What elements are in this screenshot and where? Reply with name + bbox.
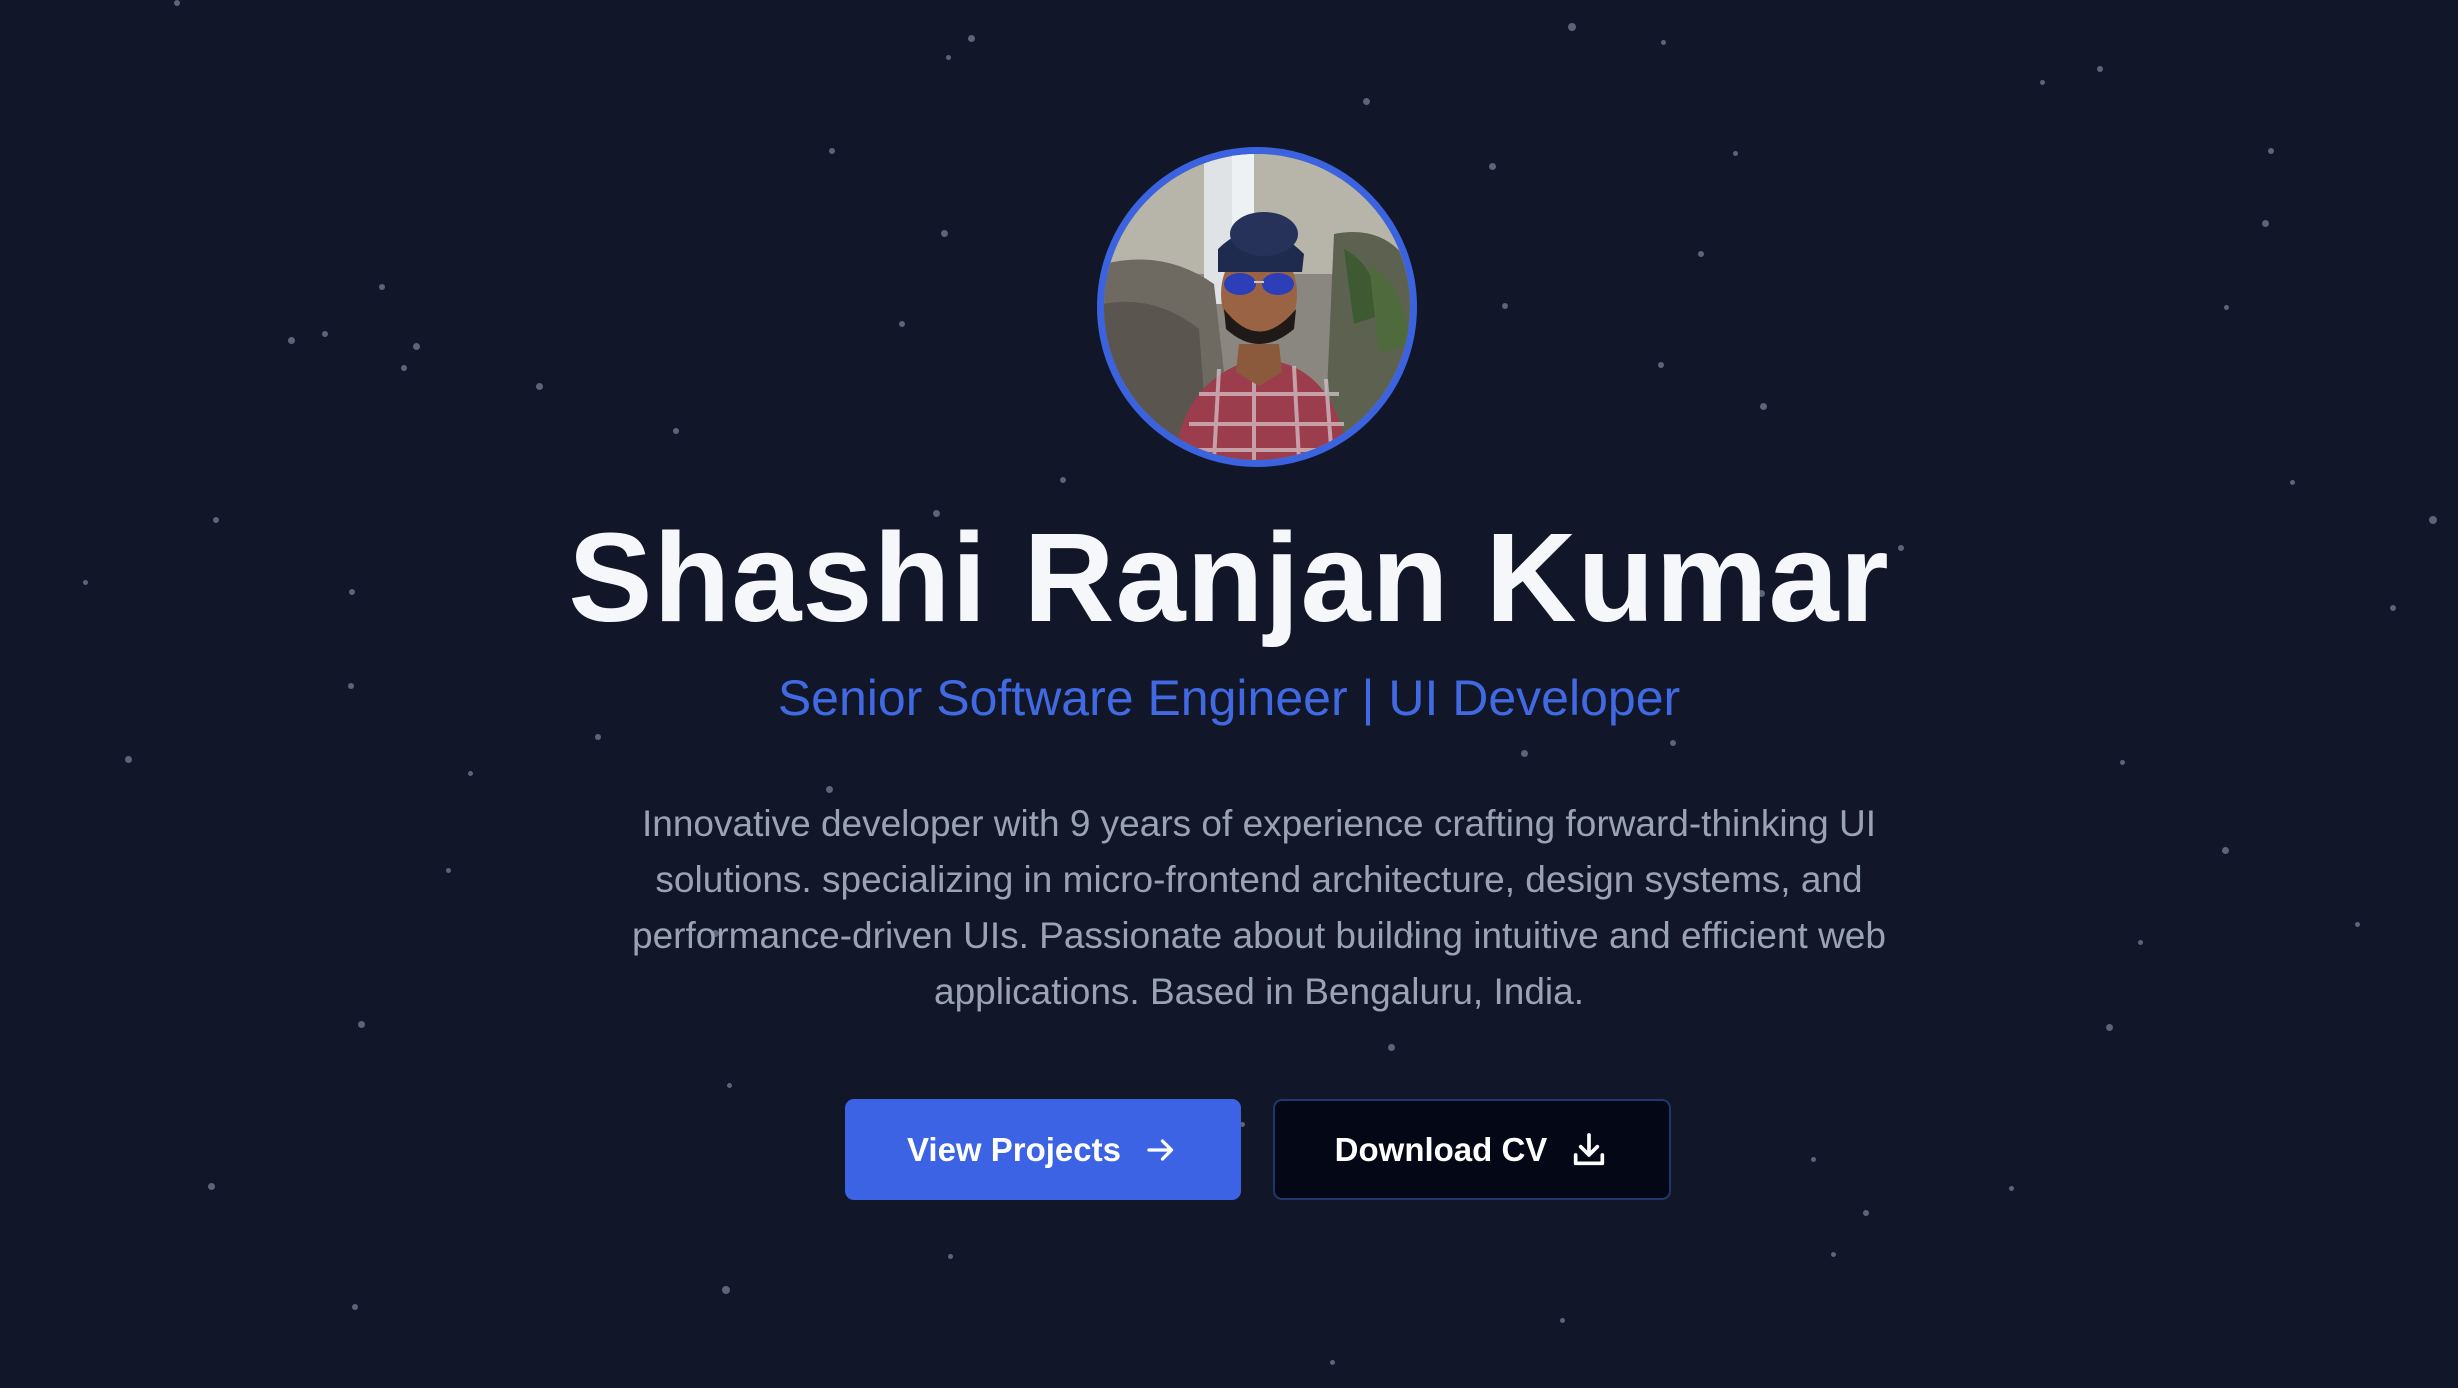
star [1521,750,1528,757]
star [673,428,679,434]
star [2097,66,2103,72]
profile-avatar [1097,147,1417,467]
star [727,1083,732,1088]
star [2009,1186,2014,1191]
star [2224,305,2229,310]
star [125,756,132,763]
star [2355,922,2360,927]
star [595,734,601,740]
star [1831,1252,1836,1257]
star [174,0,180,6]
star [1733,151,1738,156]
star [826,786,833,793]
view-projects-button[interactable]: View Projects [845,1099,1241,1200]
star [413,343,420,350]
star [899,321,905,327]
download-cv-button[interactable]: Download CV [1273,1099,1671,1200]
star [2262,220,2269,227]
star [1560,1318,1565,1323]
star [1661,40,1666,45]
star [1568,23,1576,31]
star [1670,740,1676,746]
star [322,331,328,337]
hero-section: Shashi Ranjan Kumar Senior Software Engi… [0,0,2458,1388]
star [2268,148,2274,154]
star [2222,847,2229,854]
star [401,365,407,371]
star [1811,1157,1816,1162]
view-projects-label: View Projects [906,1130,1121,1168]
download-cv-label: Download CV [1334,1130,1548,1168]
profile-subtitle: Senior Software Engineer | UI Developer [777,670,1681,726]
star [1698,251,1704,257]
star [968,35,975,42]
star [358,1021,365,1028]
profile-bio: Innovative developer with 9 years of exp… [632,803,1886,1012]
star [2120,760,2125,765]
star [1388,1044,1395,1051]
star [1363,98,1370,105]
star [468,771,473,776]
star [1863,1210,1869,1216]
avatar-photo [1104,154,1410,460]
star [208,1183,215,1190]
star [941,230,948,237]
star [946,55,951,60]
star [948,1254,953,1259]
star [2040,80,2045,85]
star [446,868,451,873]
star [1502,303,1508,309]
star [1658,362,1664,368]
star [352,1304,358,1310]
arrow-right-icon [1147,1138,1174,1161]
star [722,1286,730,1294]
star [1330,1360,1335,1365]
star [2138,940,2143,945]
star [1489,163,1496,170]
download-icon [1574,1132,1605,1165]
star [288,337,295,344]
star [1060,477,1066,483]
profile-name: Shashi Ranjan Kumar [568,507,1890,648]
star [379,284,385,290]
star [536,383,543,390]
star [1760,403,1767,410]
star [2290,480,2295,485]
star [829,148,835,154]
star [2106,1024,2113,1031]
